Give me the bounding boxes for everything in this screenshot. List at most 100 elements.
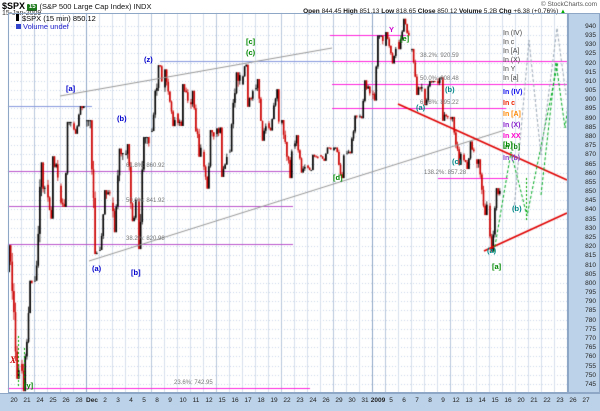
wave-degree-item: In (X) [503,57,521,64]
wave-label: [a] [66,84,76,93]
wave-label: (a) [487,246,497,255]
x-axis-label: 8 [155,397,159,404]
wave-label: (b) [117,114,127,123]
x-axis-label: 16 [231,397,239,404]
x-axis-label: 20 [10,397,18,404]
x-axis-label: 16 [504,397,512,404]
wave-degree-item: In c [503,39,515,46]
x-axis-label: 12 [452,397,460,404]
chg-label: Chg [498,8,512,15]
wave-label: [b] [131,268,141,277]
x-axis-label: 4 [129,397,133,404]
x-axis-label: 26 [62,397,70,404]
y-axis-label: 745 [585,380,596,388]
x-axis-label: 5 [389,397,393,404]
quote-summary: Open 844.45 High 851.13 Low 818.65 Close… [303,8,566,15]
fib-retracement-label: 50.0%: 841.92 [126,197,165,204]
low-label: Low [381,8,395,15]
fib-retracement-label: 138.2%: 857.28 [424,169,467,176]
volume-legend: Volume undef [16,22,69,31]
fib-retracement-label: 61.8%: 860.92 [126,163,165,170]
x-axis-label: 25 [49,397,57,404]
x-axis-label: 7 [415,397,419,404]
y-axis-label: 855 [585,178,596,186]
x-axis-label: 6 [402,397,406,404]
x-axis-label: 18 [257,397,265,404]
y-axis-label: 815 [585,252,596,260]
y-axis-label: 825 [585,233,596,241]
x-axis-label: 24 [36,397,44,404]
fib-retracement-label: 61.8%: 895.22 [420,100,459,107]
y-axis-label: 805 [585,270,596,278]
y-axis-label: 860 [585,169,596,177]
x-axis-label: Dec [86,397,98,404]
wave-label: X [10,355,17,365]
x-axis-label: 19 [270,397,278,404]
x-axis-label: 21 [23,397,31,404]
x-axis-label: 31 [361,397,369,404]
x-axis-label: 22 [283,397,291,404]
x-axis-label: 9 [168,397,172,404]
stockcharts-chart-window: 940 935 930 925 920 915 910 905 900 895 890 885 880 8… [0,0,600,411]
wave-label: [b] [503,140,513,149]
x-axis-label: 22 [543,397,551,404]
close-value: 850.12 [437,8,458,15]
wave-label: [e] [400,34,410,43]
x-axis-label: 17 [244,397,252,404]
x-axis-label: 15 [491,397,499,404]
wave-degree-item: In [A] [503,111,521,118]
y-axis-label: 830 [585,224,596,232]
y-axis-label: 795 [585,289,596,297]
y-axis-label: 810 [585,261,596,269]
x-axis-label: 8 [428,397,432,404]
volume-value: 5.2B [483,8,498,15]
y-axis-label: 935 [585,32,596,40]
fib-retracement-label: 38.2%: 820.98 [126,236,165,243]
fib-retracement-label: 23.6%: 742.95 [174,379,213,386]
y-axis-label: 840 [585,206,596,214]
y-axis-label: 800 [585,279,596,287]
y-axis-label: 785 [585,307,596,315]
wave-label: (z) [144,55,153,64]
volume-label: Volume [458,8,482,15]
wave-degree-item: In (b) [503,155,521,162]
x-axis-label: 20 [517,397,525,404]
y-axis-label: 850 [585,188,596,196]
copyright-label: © StockCharts.com [540,1,597,8]
wave-degree-item: In (X) [503,122,521,129]
price-axis: 940 935 930 925 920 915 910 905 900 895 890 885 880 8… [568,13,600,393]
y-axis-label: 925 [585,50,596,58]
wave-degree-item: In [a] [503,75,519,82]
x-axis-label: 21 [530,397,538,404]
volume-icon [16,24,21,29]
x-axis-label: 2 [103,397,107,404]
y-axis-label: 930 [585,41,596,49]
y-axis-label: 920 [585,59,596,67]
y-axis-label: 865 [585,160,596,168]
y-axis-label: 765 [585,344,596,352]
y-axis-label: 845 [585,197,596,205]
wave-label: (a) [92,264,102,273]
candlestick-icon [16,14,19,21]
y-axis-label: 775 [585,325,596,333]
y-axis-label: 875 [585,142,596,150]
x-axis-label: 9 [441,397,445,404]
x-axis-label: 24 [309,397,317,404]
wave-degree-item: In (IV) [503,30,523,37]
close-label: Close [417,8,436,15]
x-axis-label: 27 [582,397,590,404]
y-axis-label: 770 [585,334,596,342]
wave-label: (c) [452,157,462,166]
wave-label: [c] [246,37,256,46]
wave-degree-item: In Y [503,66,516,73]
x-axis-label: 13 [465,397,473,404]
y-axis-label: 910 [585,77,596,85]
wave-label: [y] [24,381,34,390]
y-axis-label: 905 [585,87,596,95]
open-label: Open [303,8,320,15]
x-axis-label: 3 [116,397,120,404]
y-axis-label: 835 [585,215,596,223]
x-axis-label: 12 [205,397,213,404]
y-axis-label: 780 [585,316,596,324]
y-axis-label: 885 [585,123,596,131]
